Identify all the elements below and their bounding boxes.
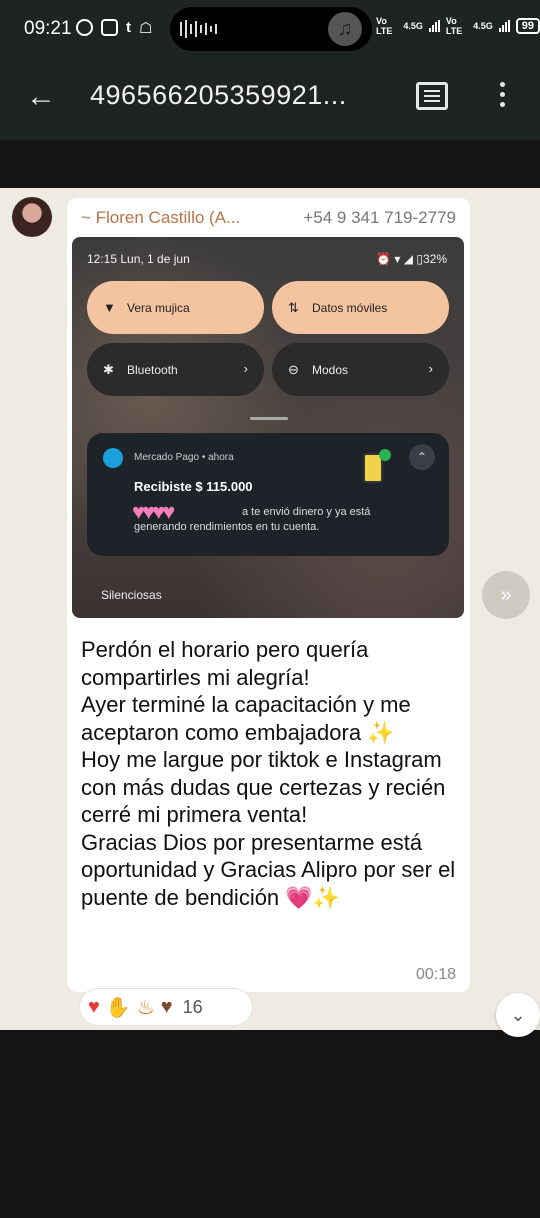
app-icon: ☖ — [139, 20, 153, 37]
red-heart-icon: ♥ — [88, 995, 100, 1018]
quick-tile-bluetooth: ✱ Bluetooth › — [87, 343, 264, 396]
whatsapp-icon — [76, 19, 93, 36]
quick-tile-label: Modos — [312, 362, 349, 377]
quick-tile-mobile-data: ⇅ Datos móviles — [272, 281, 449, 334]
audio-wave-icon — [180, 20, 217, 38]
message-line: Hoy me largue por tiktok e Instagram con… — [81, 747, 446, 827]
message-line: Ayer terminé la capacitación y me acepta… — [81, 692, 411, 745]
drag-handle — [250, 417, 288, 420]
screenshot-status: ⏰ ▾ ◢ ▯32% — [376, 252, 447, 266]
quick-tile-wifi: ▼ Vera mujica — [87, 281, 264, 334]
hearts-overlay-icon: ♥♥♥♥ — [132, 499, 175, 524]
notification-app: Mercado Pago • ahora — [134, 452, 234, 463]
signal-icon — [428, 20, 440, 32]
network-label-2: 4.5G — [403, 21, 423, 31]
status-notification-icons: t ☖ — [76, 19, 152, 37]
more-options-icon[interactable] — [500, 82, 506, 112]
network-label-4: 4.5G — [473, 21, 493, 31]
wifi-icon: ▼ — [103, 300, 116, 315]
chevron-right-icon: › — [428, 361, 433, 376]
message-line: Perdón el horario pero quería compartirl… — [81, 637, 369, 690]
network-label-1: Vo LTE — [376, 16, 393, 36]
app-bar: ← 496566205359921... — [0, 58, 540, 140]
back-arrow-icon[interactable]: ← — [26, 80, 56, 114]
attached-screenshot[interactable]: 12:15 Lun, 1 de jun ⏰ ▾ ◢ ▯32% ▼ Vera mu… — [72, 237, 464, 618]
status-bar: 09:21 t ☖ ♫ Vo LTE 4.5G Vo LTE 4.5G 99 — [0, 0, 540, 58]
media-island[interactable]: ♫ — [170, 7, 372, 51]
quick-tile-label: Bluetooth — [127, 362, 178, 377]
screenshot-time: 12:15 Lun, 1 de jun — [87, 252, 190, 266]
brown-heart-icon: ♥ — [160, 995, 173, 1018]
tumblr-icon: t — [126, 19, 131, 36]
forward-icon[interactable]: » — [482, 571, 530, 619]
chevron-right-icon: › — [243, 361, 248, 376]
scroll-down-icon[interactable]: ⌄ — [496, 993, 540, 1037]
quick-tile-modes: ⊖ Modos › — [272, 343, 449, 396]
quick-tile-label: Vera mujica — [127, 300, 190, 315]
clapping-hands-icon: ✋ — [105, 996, 131, 1019]
reaction-count: 16 — [182, 996, 203, 1017]
message-bubble[interactable]: ~ Floren Castillo (A... +54 9 341 719-27… — [67, 198, 470, 992]
reactions-bar[interactable]: ♥ ✋ ♨ ♥ 16 — [79, 988, 253, 1026]
sender-name[interactable]: ~ Floren Castillo (A... — [81, 208, 240, 228]
status-time: 09:21 — [24, 18, 72, 39]
message-line: Gracias Dios por presentarme está oportu… — [81, 829, 456, 910]
chat-area: ~ Floren Castillo (A... +54 9 341 719-27… — [0, 188, 540, 1037]
quick-tile-label: Datos móviles — [312, 300, 388, 315]
message-icon[interactable] — [416, 82, 448, 110]
silent-section-label: Silenciosas — [101, 588, 162, 602]
fire-icon: ♨ — [136, 996, 155, 1019]
mercado-pago-icon — [103, 448, 123, 468]
chevron-up-icon: ⌃ — [409, 444, 435, 470]
instagram-icon — [101, 19, 118, 36]
battery-icon: 99 — [515, 18, 540, 34]
notification-text-1: a te envió dinero y ya está — [242, 506, 371, 518]
music-note-icon: ♫ — [328, 12, 362, 46]
status-right-icons: Vo LTE 4.5G Vo LTE 4.5G 99 — [376, 16, 540, 36]
chat-title[interactable]: 496566205359921... — [90, 80, 347, 111]
signal-icon — [498, 20, 510, 32]
notification-card: Mercado Pago • ahora ⌃ Recibiste $ 115.0… — [87, 433, 449, 556]
notification-title: Recibiste $ 115.000 — [134, 479, 253, 494]
sender-phone[interactable]: +54 9 341 719-2779 — [303, 208, 456, 228]
check-icon — [379, 449, 391, 461]
network-label-3: Vo LTE — [445, 16, 463, 36]
data-arrows-icon: ⇅ — [288, 299, 299, 315]
avatar[interactable] — [12, 197, 52, 237]
message-time: 00:18 — [415, 966, 456, 983]
message-text: Perdón el horario pero quería compartirl… — [81, 636, 461, 911]
bluetooth-icon: ✱ — [103, 361, 114, 377]
minus-circle-icon: ⊖ — [288, 361, 299, 377]
